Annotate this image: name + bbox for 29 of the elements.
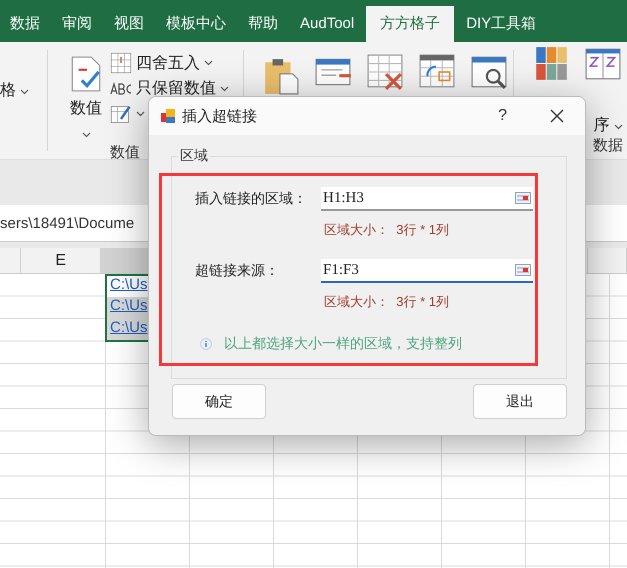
group-label: 数据 [593,136,623,156]
ribbon-tab[interactable]: 视图 [104,6,154,42]
ribbon-menu-item[interactable]: 四舍五入 [136,52,200,74]
ribbon-tab[interactable]: 数据 [0,6,50,42]
help-button[interactable]: ? [498,107,507,125]
range-size-text: 区域大小： 3行 * 1列 [324,222,449,237]
ribbon-menu-item[interactable]: 只保留数值 [136,78,216,99]
numeric-button[interactable]: 数值 [70,98,102,119]
group-title: 区域 [178,147,210,165]
info-text: 以上都选择大小一样的区域，支持整列 [224,335,462,353]
ribbon-tab[interactable]: AudTool [290,6,364,42]
formula-bar-text[interactable]: sers\18491\Docume [0,214,134,232]
ribbon-tab[interactable]: 方方格子 [366,6,454,42]
ribbon-tab[interactable]: 帮助 [238,6,288,42]
ok-button[interactable]: 确定 [172,384,266,419]
ribbon-tab[interactable]: DIY工具箱 [456,6,546,42]
ribbon-menu-item[interactable]: 格 [0,82,16,99]
field-label: 插入链接的区域： [195,190,308,208]
exit-button[interactable]: 退出 [473,384,567,419]
ribbon-tab[interactable]: 审阅 [52,6,102,42]
range-field[interactable]: H1:H3 [321,187,533,211]
field-label: 超链接来源： [195,262,280,280]
column-header[interactable]: E [55,252,66,270]
ribbon-tab[interactable]: 模板中心 [156,6,236,42]
range-field[interactable]: F1:F3 [321,259,533,283]
group-label: 数值 [110,144,140,161]
dialog-title: 插入超链接 [182,106,258,126]
range-size-text: 区域大小： 3行 * 1列 [324,294,449,309]
sort-button-label[interactable]: 序 [594,117,610,134]
